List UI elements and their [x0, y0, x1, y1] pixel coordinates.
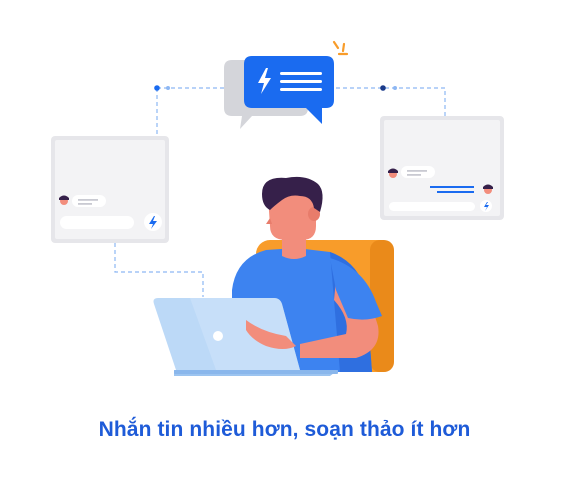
connector-dot	[154, 85, 160, 91]
caption-text: Nhắn tin nhiều hơn, soạn thảo ít hơn	[98, 418, 471, 441]
connector-dot	[393, 86, 397, 90]
sparkle-lines	[332, 40, 349, 56]
right-chat-panel	[380, 116, 504, 220]
left-chat-panel	[51, 136, 169, 243]
illustration	[51, 40, 504, 376]
connector-dot	[380, 85, 386, 91]
laptop-logo-icon	[213, 331, 223, 341]
connector-dot	[166, 86, 170, 90]
